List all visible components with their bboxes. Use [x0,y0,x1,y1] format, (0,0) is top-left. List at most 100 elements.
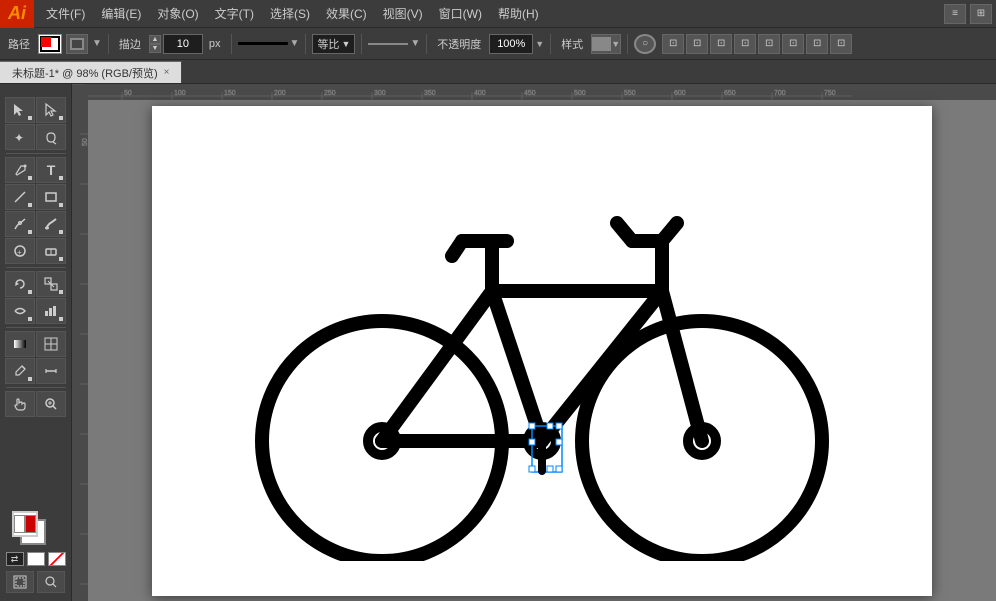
sep5 [426,34,427,54]
menu-select[interactable]: 选择(S) [262,0,318,27]
eraser-tool[interactable] [36,238,66,264]
arrange-btn2[interactable]: ⊡ [686,34,708,54]
select-tool[interactable] [5,97,35,123]
svg-text:750: 750 [824,90,836,97]
magic-wand-tool[interactable]: ✦ [5,124,35,150]
direct-select-tool[interactable] [36,97,66,123]
arrange-btn8[interactable]: ⊡ [830,34,852,54]
bottom-tool-row [6,571,65,593]
blob-tool[interactable]: + [5,238,35,264]
sep3 [305,34,306,54]
zoom-level-btn[interactable] [37,571,65,593]
pen-tool[interactable] [5,157,35,183]
basic-preview [368,43,408,45]
svg-text:400: 400 [474,90,486,97]
brush-tool[interactable] [36,211,66,237]
arrange-btn7[interactable]: ⊡ [806,34,828,54]
rect-tool[interactable] [36,184,66,210]
pencil-tool[interactable] [5,211,35,237]
canvas-document [152,106,932,596]
svg-text:250: 250 [324,90,336,97]
opacity-input[interactable] [489,34,533,54]
menu-object[interactable]: 对象(O) [149,0,206,27]
stroke-up[interactable]: ▲ [149,35,161,44]
menu-effect[interactable]: 效果(C) [318,0,375,27]
circle-btn[interactable]: ○ [634,34,656,54]
stroke-style-group: ▼ [238,38,300,49]
tool-indicator [28,176,32,180]
warp-tool[interactable] [5,298,35,324]
svg-text:350: 350 [424,90,436,97]
swap-colors-btn[interactable]: ⇄ [6,552,24,566]
scale-dropdown[interactable]: 等比 ▼ [312,34,355,54]
tool-indicator [59,116,63,120]
arrange-btn1[interactable]: ⊡ [662,34,684,54]
svg-text:50: 50 [124,90,132,97]
style-label: 样式 [557,36,587,52]
tool-row-7 [5,271,66,297]
bicycle-drawing [242,141,842,561]
rotate-tool[interactable] [5,271,35,297]
tool-indicator [28,230,32,234]
opacity-label: 不透明度 [433,36,485,52]
artboard-tool[interactable] [6,571,34,593]
stroke-spinners: ▲ ▼ [149,35,161,53]
tab-close-btn[interactable]: × [164,67,170,78]
arrange-btn[interactable]: ⊞ [970,4,992,24]
stroke-color-swatch[interactable] [38,34,62,54]
svg-text:650: 650 [724,90,736,97]
menu-edit[interactable]: 编辑(E) [93,0,149,27]
menu-text[interactable]: 文字(T) [207,0,262,27]
column-graph-tool[interactable] [36,298,66,324]
none-color-btn[interactable] [48,552,66,566]
tool-row-6: + [5,238,66,264]
arrange-btn6[interactable]: ⊡ [782,34,804,54]
gradient-tool[interactable] [5,331,35,357]
tool-indicator [59,257,63,261]
menu-right: ≡ ⊞ [944,4,996,24]
text-tool[interactable]: T [36,157,66,183]
menu-view[interactable]: 视图(V) [375,0,431,27]
svg-text:+: + [17,248,22,257]
document-tab[interactable]: 未标题-1* @ 98% (RGB/预览) × [0,61,182,83]
workspace-btn[interactable]: ≡ [944,4,966,24]
basic-group: ▼ [368,38,420,49]
svg-text:✦: ✦ [14,131,24,145]
arrange-btn4[interactable]: ⊡ [734,34,756,54]
lasso-tool[interactable] [36,124,66,150]
ruler-left: 50 [72,84,88,601]
default-colors-btn[interactable] [27,552,45,566]
canvas-area: 50 100 150 200 250 300 350 400 450 500 5… [72,84,996,601]
svg-text:100: 100 [174,90,186,97]
menu-file[interactable]: 文件(F) [38,0,93,27]
menu-bar: Ai 文件(F) 编辑(E) 对象(O) 文字(T) 选择(S) 效果(C) 视… [0,0,996,28]
menu-window[interactable]: 窗口(W) [431,0,490,27]
stroke-input[interactable] [163,34,203,54]
fill-selector[interactable] [66,34,88,54]
tool-row-5 [5,211,66,237]
arrange-btn3[interactable]: ⊡ [710,34,732,54]
stroke-preview [238,42,288,45]
eyedropper-tool[interactable] [5,358,35,384]
arrange-icons: ⊡ ⊡ ⊡ ⊡ ⊡ ⊡ ⊡ ⊡ [662,34,852,54]
line-tool[interactable] [5,184,35,210]
menu-help[interactable]: 帮助(H) [490,0,547,27]
toolbox: ✦ T [0,84,72,601]
style-swatch[interactable]: ▼ [591,34,621,54]
tool-indicator [28,317,32,321]
tool-indicator [28,203,32,207]
path-label: 路径 [4,36,34,52]
tool-sep-1 [6,153,66,154]
zoom-tool[interactable] [36,391,66,417]
mesh-tool[interactable] [36,331,66,357]
stroke-down[interactable]: ▼ [149,44,161,53]
measure-tool[interactable] [36,358,66,384]
scale-tool[interactable] [36,271,66,297]
hand-tool[interactable] [5,391,35,417]
dropdown-arrow[interactable]: ▼ [92,38,102,49]
foreground-color-swatch[interactable] [12,511,38,537]
tool-row-4 [5,184,66,210]
arrange-btn5[interactable]: ⊡ [758,34,780,54]
ruler-top: 50 100 150 200 250 300 350 400 450 500 5… [72,84,996,100]
tool-sep-3 [6,327,66,328]
